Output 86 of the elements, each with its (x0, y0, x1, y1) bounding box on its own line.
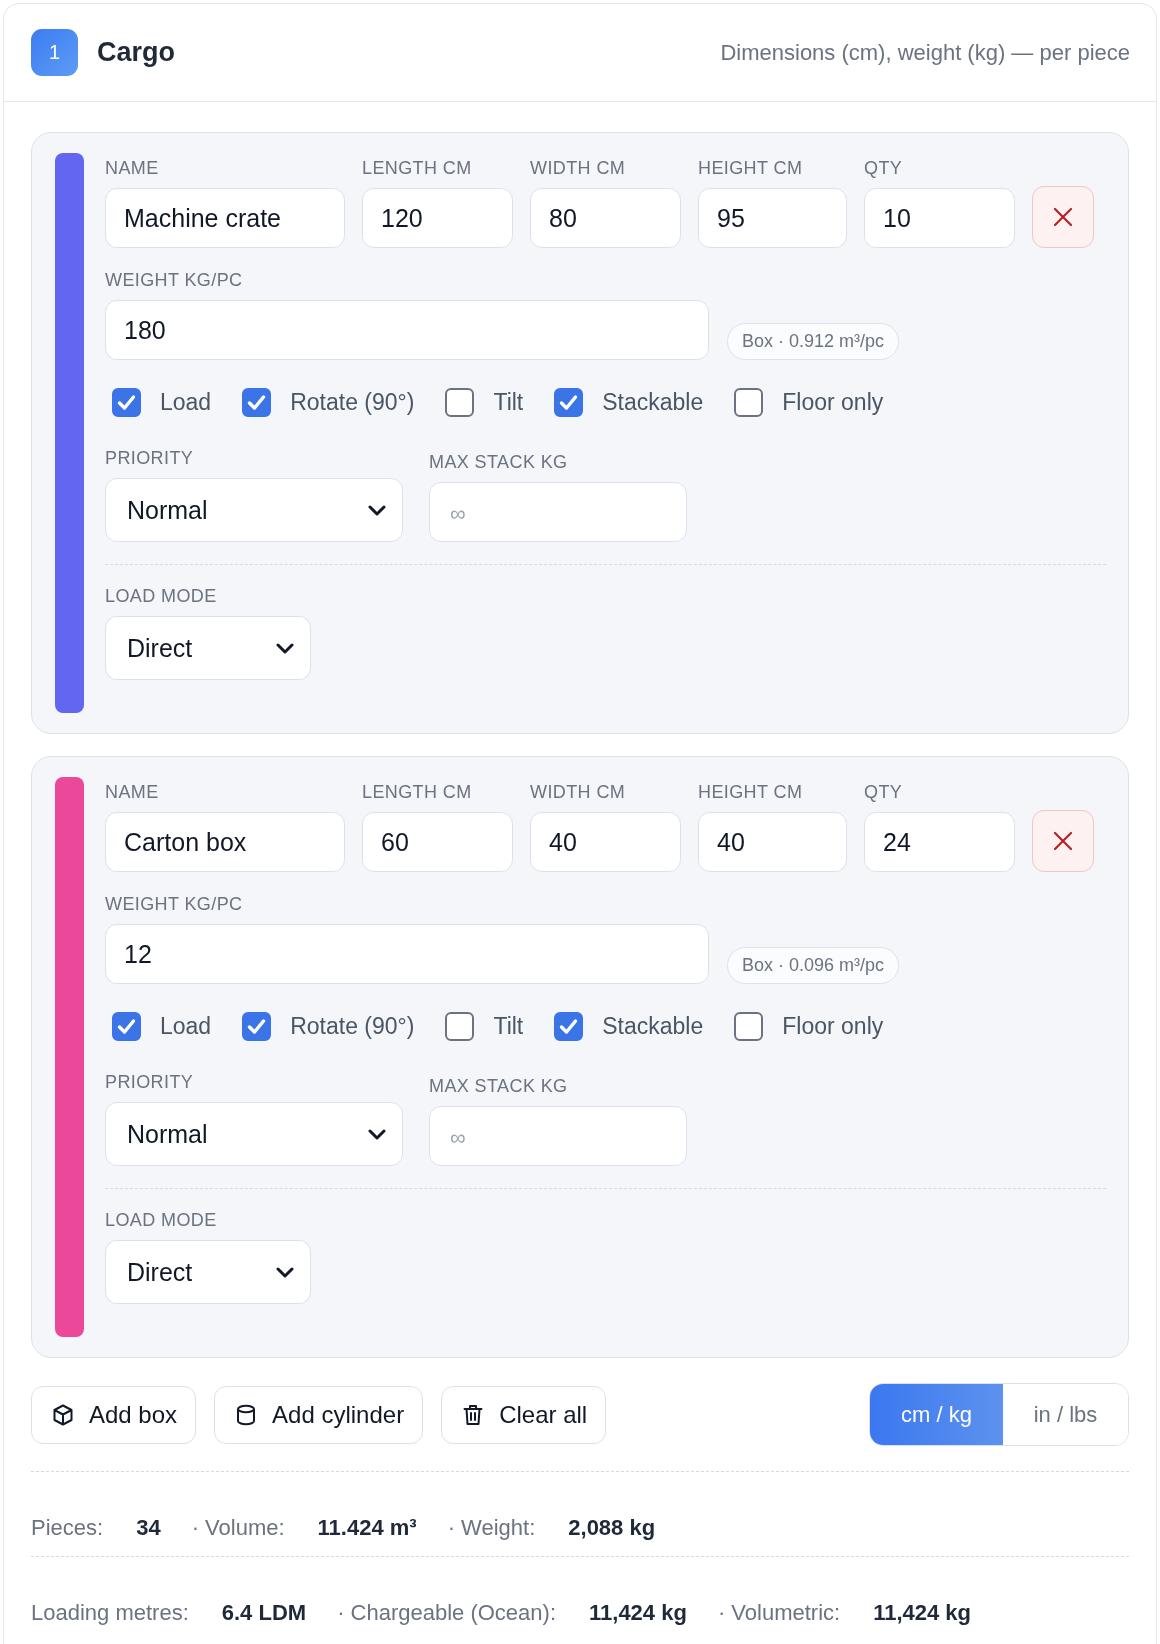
weight-field[interactable]: 180 (105, 300, 709, 360)
checkbox-label: Load (160, 1013, 212, 1040)
clear-all-button[interactable]: Clear all (441, 1385, 607, 1444)
stat-label: · Volumetric: (717, 1600, 841, 1626)
add-cylinder-button[interactable]: Add cylinder (214, 1385, 424, 1444)
name-field[interactable]: Carton box (105, 812, 345, 872)
field-label: HEIGHT CM (698, 157, 804, 179)
stat-label: Pieces: (31, 1515, 104, 1541)
remove-button[interactable] (1032, 186, 1094, 248)
max-stack-field[interactable]: ∞ (429, 482, 687, 542)
section-title: Cargo (97, 37, 175, 68)
stat-label: · Volume: (191, 1515, 285, 1541)
field-label: QTY (864, 781, 904, 803)
checkbox-label: Floor only (782, 1013, 884, 1040)
remove-button[interactable] (1032, 810, 1094, 872)
field-label: LENGTH CM (362, 157, 473, 179)
checkbox-label: Rotate (90°) (290, 389, 415, 416)
length-field[interactable]: 60 (362, 812, 513, 872)
checkbox[interactable] (734, 1012, 764, 1041)
max-stack-field[interactable]: ∞ (429, 1106, 687, 1166)
checkbox-label: Stackable (602, 1013, 704, 1040)
width-field[interactable]: 80 (530, 188, 681, 248)
quantity-field[interactable]: 24 (864, 812, 1015, 872)
checkbox-label: Tilt (493, 1013, 524, 1040)
load-mode-select[interactable]: Direct (105, 616, 311, 680)
stat-value: 11,424 kg (589, 1600, 687, 1626)
checkbox[interactable] (112, 1012, 141, 1041)
field-label: LOAD MODE (105, 585, 217, 607)
length-field[interactable]: 120 (362, 188, 513, 248)
stat-value: 2,088 kg (568, 1515, 656, 1541)
stat-value: 11,424 kg (873, 1600, 972, 1626)
quantity-field[interactable]: 10 (864, 188, 1015, 248)
field-label: HEIGHT CM (698, 781, 804, 803)
field-label: PRIORITY (105, 447, 195, 469)
priority-select[interactable]: Normal (105, 478, 403, 542)
step-badge: 1 (31, 29, 78, 76)
field-label: WEIGHT KG/PC (105, 269, 244, 291)
height-field[interactable]: 95 (698, 188, 847, 248)
close-icon (1053, 831, 1073, 851)
field-label: MAX STACK KG (429, 451, 569, 473)
field-label: LENGTH CM (362, 781, 473, 803)
field-label: MAX STACK KG (429, 1075, 569, 1097)
width-field[interactable]: 40 (530, 812, 681, 872)
field-label: QTY (864, 157, 904, 179)
load-mode-select[interactable]: Direct (105, 1240, 311, 1304)
chevron-down-icon (368, 1128, 386, 1140)
checkbox[interactable] (112, 388, 141, 417)
name-field[interactable]: Machine crate (105, 188, 345, 248)
checkbox[interactable] (242, 388, 272, 417)
stat-label: Loading metres: (31, 1600, 189, 1626)
checkbox[interactable] (445, 1012, 475, 1041)
field-label: WIDTH CM (530, 157, 627, 179)
unit-option[interactable]: cm / kg (870, 1384, 1003, 1445)
chevron-down-icon (276, 642, 294, 654)
field-label: NAME (105, 781, 160, 803)
height-field[interactable]: 40 (698, 812, 847, 872)
stat-label: · Chargeable (Ocean): (337, 1600, 556, 1626)
priority-select[interactable]: Normal (105, 1102, 403, 1166)
stat-value: 34 (136, 1515, 161, 1541)
cube-icon (51, 1402, 75, 1427)
field-label: LOAD MODE (105, 1209, 217, 1231)
checkbox[interactable] (554, 388, 584, 417)
stat-value: 11.424 m³ (317, 1515, 417, 1541)
stat-value: 6.4 LDM (221, 1600, 307, 1626)
field-label: NAME (105, 157, 160, 179)
checkbox-label: Load (160, 389, 212, 416)
field-label: PRIORITY (105, 1071, 195, 1093)
section-note: Dimensions (cm), weight (kg) — per piece (720, 39, 1130, 66)
checkbox[interactable] (242, 1012, 272, 1041)
checkbox[interactable] (734, 388, 764, 417)
checkbox-label: Floor only (782, 389, 884, 416)
field-label: WEIGHT KG/PC (105, 893, 244, 915)
volume-badge: Box · 0.912 m³/pc (727, 323, 900, 360)
chevron-down-icon (368, 504, 386, 516)
chevron-down-icon (276, 1266, 294, 1278)
checkbox-label: Stackable (602, 389, 704, 416)
weight-field[interactable]: 12 (105, 924, 709, 984)
stat-label: · Weight: (447, 1515, 536, 1541)
add-box-button[interactable]: Add box (31, 1385, 197, 1444)
checkbox[interactable] (445, 388, 475, 417)
checkbox-label: Tilt (493, 389, 524, 416)
close-icon (1053, 207, 1073, 227)
volume-badge: Box · 0.096 m³/pc (727, 947, 900, 984)
checkbox[interactable] (554, 1012, 584, 1041)
field-label: WIDTH CM (530, 781, 627, 803)
checkbox-label: Rotate (90°) (290, 1013, 415, 1040)
